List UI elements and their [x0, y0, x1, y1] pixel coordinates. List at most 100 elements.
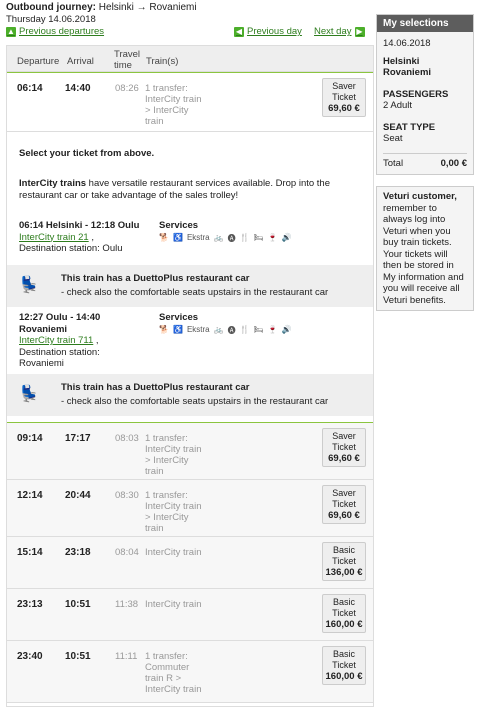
departure-time: 06:14 [17, 83, 43, 94]
ekstra-icon: Ekstra [186, 325, 210, 334]
ticket-type: Ticket [332, 660, 356, 670]
previous-departures-label: Previous departures [19, 26, 105, 37]
desc-line: train R > [145, 673, 182, 684]
segment-route: 06:14 Helsinki - 12:18 Oulu [19, 220, 140, 231]
travel-time: 11:38 [115, 599, 139, 610]
ticket-price: 69,60 € [328, 510, 360, 521]
desc-line: InterCity train [145, 547, 202, 558]
col-departure: Departure [17, 56, 60, 67]
col-arrival: Arrival [67, 56, 94, 67]
train-description: 1 transfer: InterCity train > InterCity … [145, 433, 202, 477]
banner-subtitle: - check also the comfortable seats upsta… [61, 396, 329, 407]
travel-time: 08:30 [115, 490, 139, 501]
my-selections-panel: My selections 14.06.2018 Helsinki Rovani… [376, 14, 474, 175]
arrival-time: 10:51 [65, 651, 91, 662]
col-trains: Train(s) [146, 56, 179, 67]
ticket-price-button[interactable]: Saver Ticket 69,60 € [322, 485, 366, 524]
ticket-price-button[interactable]: Saver Ticket 69,60 € [322, 78, 366, 117]
my-selections-title: My selections [377, 15, 473, 32]
passengers-value: 2 Adult [383, 100, 413, 111]
ticket-price-button[interactable]: Basic Ticket 136,00 € [322, 542, 366, 581]
table-header: Departure Arrival Travel time Train(s) [7, 46, 373, 72]
passengers-label: PASSENGERS [383, 88, 449, 100]
train-description: InterCity train [145, 599, 202, 610]
table-row[interactable]: 23:40 10:51 11:11 1 transfer: Commuter t… [7, 641, 373, 703]
outbound-label: Outbound journey: [6, 2, 96, 13]
train-link[interactable]: InterCity train 711 [19, 335, 93, 346]
travel-time: 08:04 [115, 547, 139, 558]
ticket-type: Ticket [332, 442, 356, 452]
chevron-up-icon: ▲ [6, 26, 16, 37]
table-row[interactable]: 06:14 14:40 08:26 1 transfer: InterCity … [7, 73, 373, 132]
wheelchair-icon: ♿ [172, 233, 183, 242]
selected-to: Rovaniemi [383, 67, 432, 78]
select-ticket-hint: Select your ticket from above. [19, 148, 155, 159]
table-row[interactable]: 09:14 17:17 08:03 1 transfer: InterCity … [7, 423, 373, 480]
veturi-text: remember to always log into Veturi when … [383, 202, 464, 306]
destination-station: Destination station: Oulu [19, 243, 123, 254]
journey-title: Outbound journey: Helsinki → Rovaniemi [6, 2, 197, 13]
segment-1: 06:14 Helsinki - 12:18 Oulu InterCity tr… [19, 220, 139, 255]
services-label: Services [159, 312, 199, 323]
ticket-type: Saver [332, 431, 356, 441]
desc-line: InterCity train [145, 94, 202, 105]
selected-departure: 06:14 14:40 08:26 1 transfer: InterCity … [7, 72, 373, 423]
ticket-price: 69,60 € [328, 453, 360, 464]
desc-line: InterCity train [145, 599, 202, 610]
previous-day-label: Previous day [247, 26, 302, 37]
ticket-type: Ticket [332, 608, 356, 618]
col-travel-time: Travel time [114, 49, 141, 71]
veturi-heading: Veturi customer, [383, 191, 457, 202]
previous-day-link[interactable]: ◀ Previous day [234, 26, 302, 37]
duetto-banner: 💺 This train has a DuettoPlus restaurant… [7, 265, 373, 307]
train-description: InterCity train [145, 547, 202, 558]
audio-icon: 🔊 [281, 325, 292, 334]
next-day-label: Next day [314, 26, 352, 37]
desc-line: > InterCity [145, 512, 189, 523]
desc-line: > InterCity [145, 455, 189, 466]
restaurant-icon: 🍴 [239, 233, 250, 242]
destination-station-name: Rovaniemi [19, 358, 64, 369]
desc-line: train [145, 116, 164, 127]
departure-details: Select your ticket from above. InterCity… [7, 132, 373, 422]
ticket-type: Basic [332, 649, 355, 659]
bicycle-icon: 🚲 [213, 325, 224, 334]
next-day-link[interactable]: Next day ▶ [314, 26, 365, 37]
banner-title: This train has a DuettoPlus restaurant c… [61, 273, 250, 284]
table-row[interactable]: 12:14 20:44 08:30 1 transfer: InterCity … [7, 480, 373, 537]
ticket-price-button[interactable]: Basic Ticket 160,00 € [322, 646, 366, 685]
train-link[interactable]: InterCity train 21 [19, 232, 89, 243]
segment-route: 12:27 Oulu - [19, 312, 77, 323]
ticket-price-button[interactable]: Saver Ticket 69,60 € [322, 428, 366, 467]
total-label: Total [383, 157, 404, 169]
departures-table: Departure Arrival Travel time Train(s) 0… [6, 45, 374, 707]
destination-station: Destination station: [19, 346, 100, 358]
veturi-info-box: Veturi customer, remember to always log … [376, 186, 474, 311]
table-row[interactable]: 23:13 10:51 11:38 InterCity train Basic … [7, 589, 373, 641]
ticket-type: Saver [332, 81, 356, 91]
ticket-price-button[interactable]: Basic Ticket 160,00 € [322, 594, 366, 633]
travel-time: 08:03 [115, 433, 139, 444]
selected-from: Helsinki [383, 55, 420, 67]
selected-date: 14.06.2018 [383, 38, 431, 49]
ticket-price: 160,00 € [325, 619, 363, 630]
ticket-type: Ticket [332, 92, 356, 102]
seat-icon: 💺 [19, 386, 39, 403]
table-row[interactable]: 15:14 23:18 08:04 InterCity train Basic … [7, 537, 373, 589]
comma: , [93, 335, 99, 346]
ticket-type: Basic [332, 545, 355, 555]
banner-title: This train has a DuettoPlus restaurant c… [61, 382, 250, 393]
segment-destination: Rovaniemi [19, 323, 68, 335]
desc-line: InterCity train [145, 501, 202, 512]
travel-time: 11:11 [115, 651, 138, 662]
arrival-time: 10:51 [65, 599, 91, 610]
arrival-time: 14:40 [65, 83, 91, 94]
bicycle-icon: 🚲 [213, 233, 224, 242]
seat-type-value: Seat [383, 133, 403, 144]
ticket-price: 136,00 € [325, 567, 363, 578]
wine-icon: 🍷 [267, 233, 278, 242]
desc-line: InterCity train [145, 684, 202, 695]
audio-icon: 🔊 [281, 233, 292, 242]
journey-header: Outbound journey: Helsinki → Rovaniemi T… [6, 0, 372, 42]
previous-departures-link[interactable]: ▲ Previous departures [6, 26, 104, 37]
